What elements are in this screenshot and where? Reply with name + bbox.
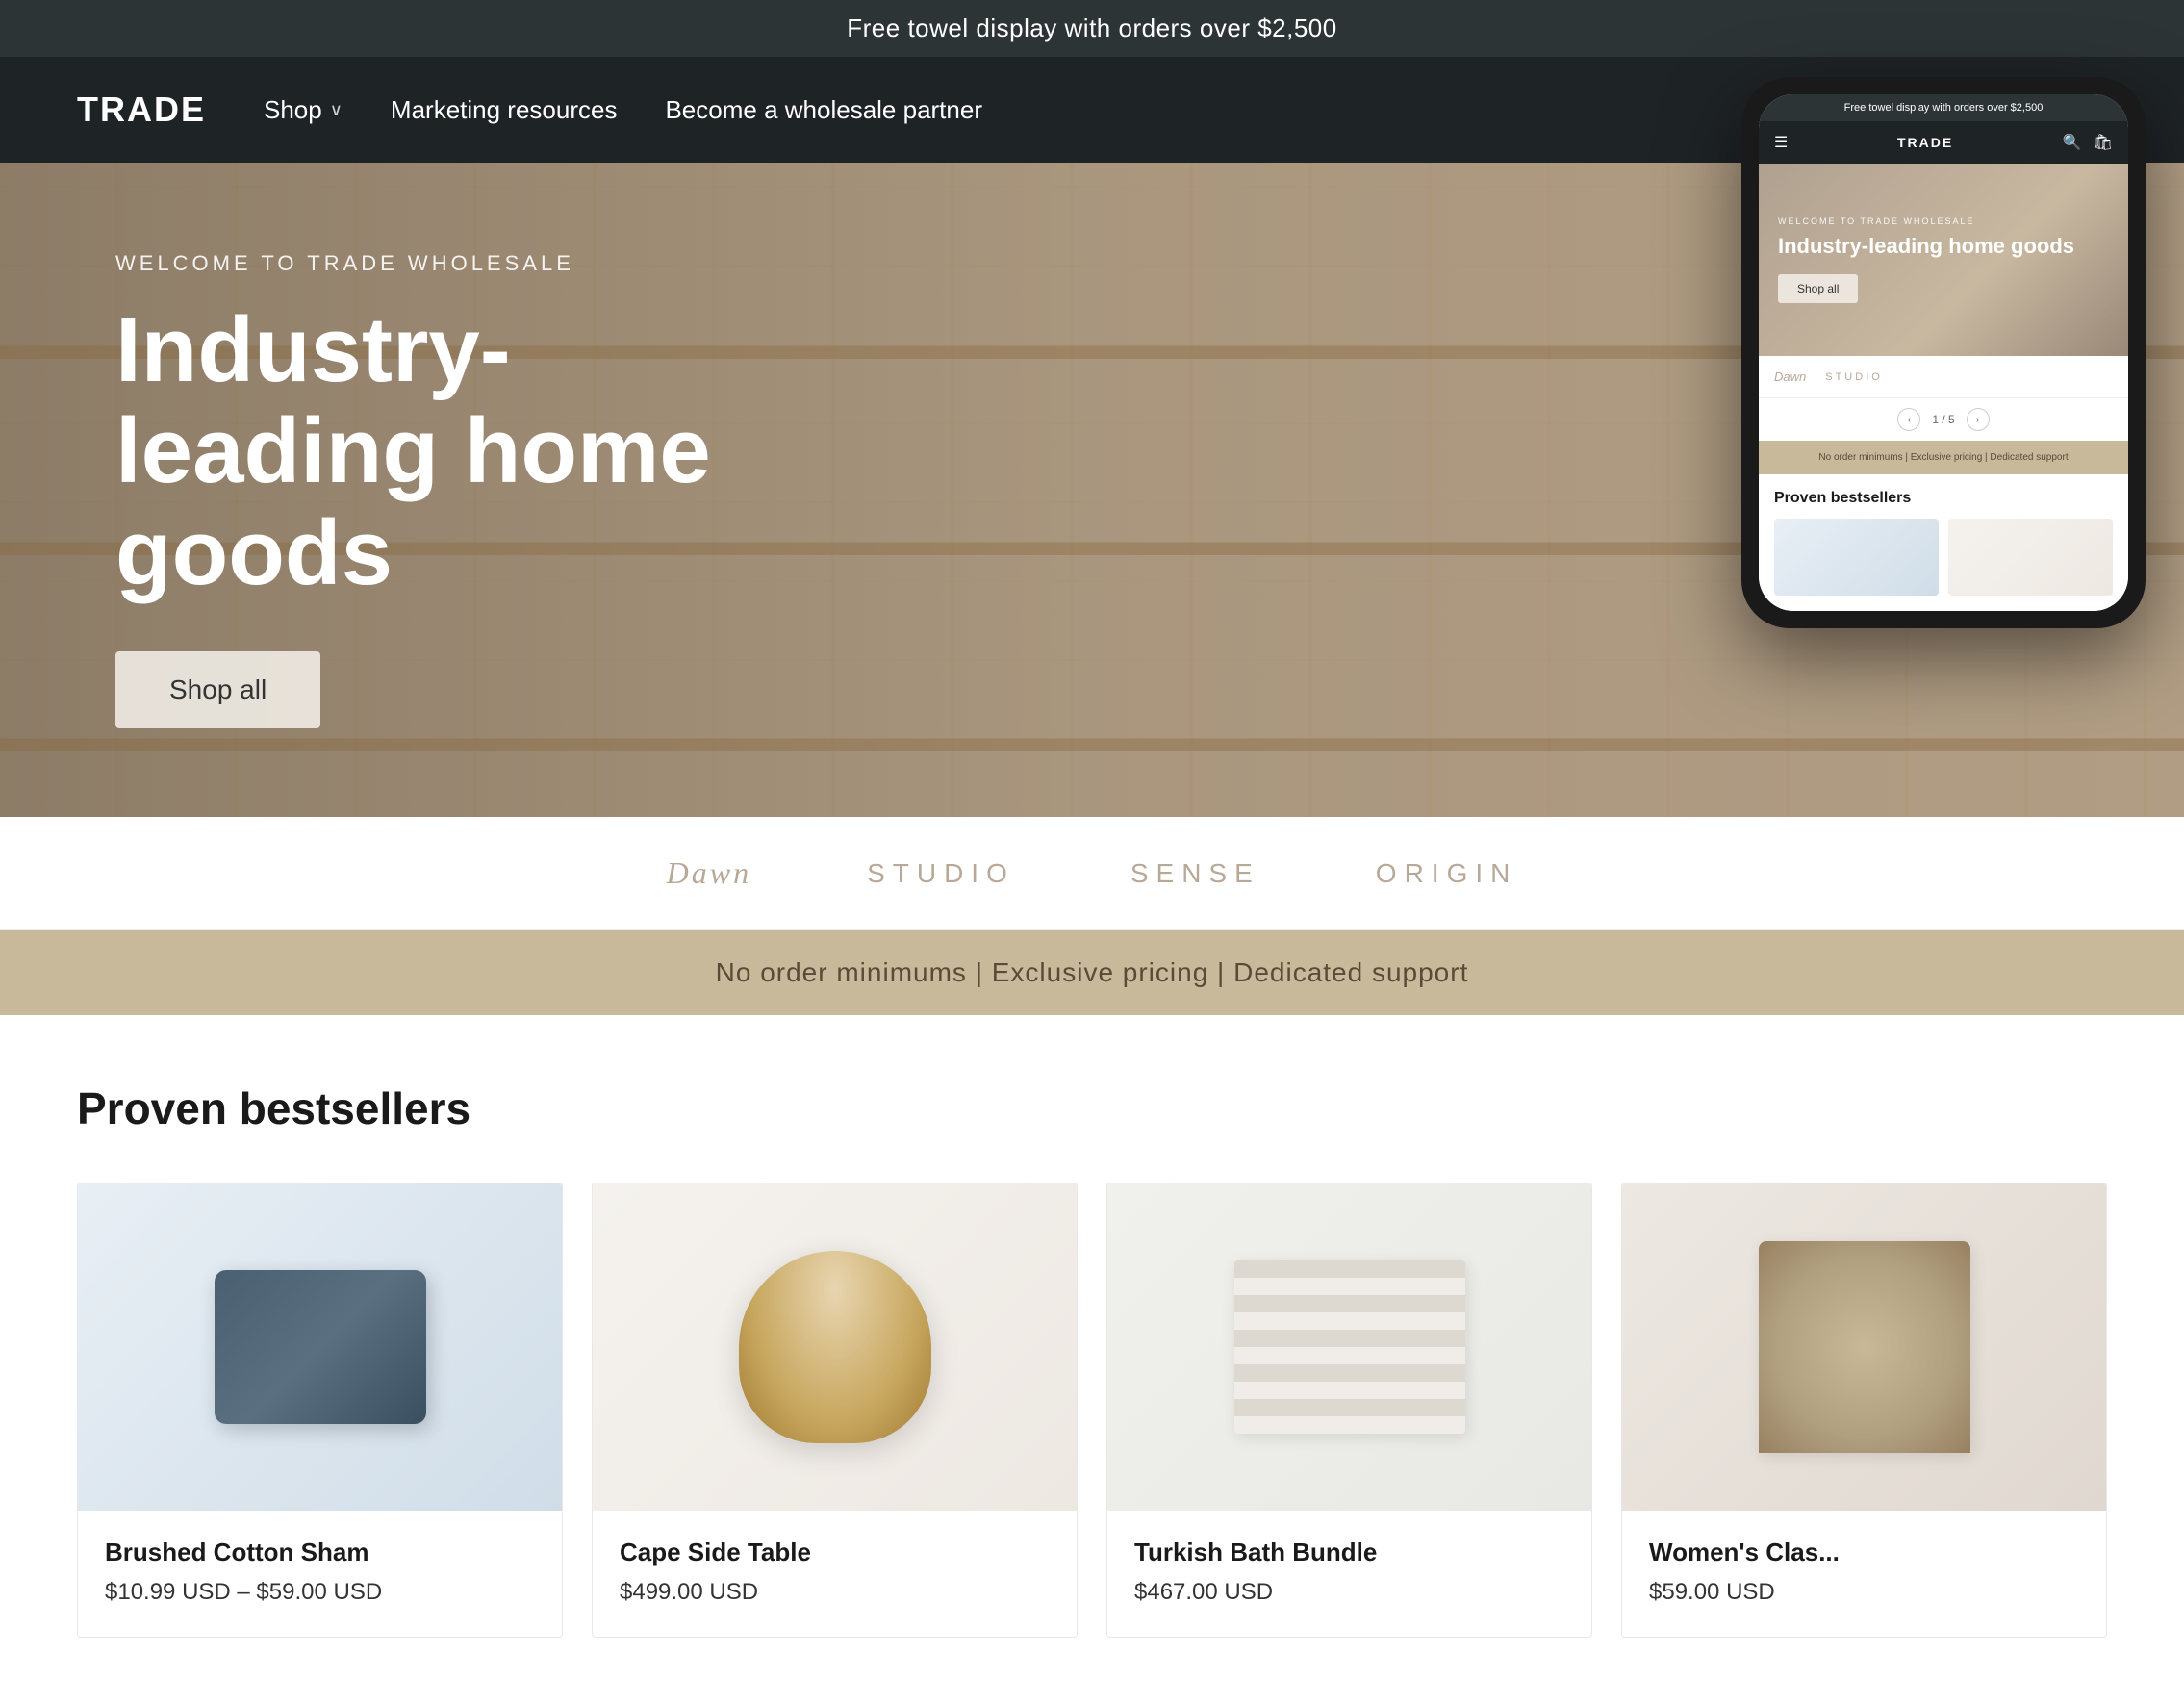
- product-image-clothing: [1622, 1183, 2106, 1511]
- value-bar: No order minimums | Exclusive pricing | …: [0, 930, 2184, 1015]
- phone-header: ☰ TRADE 🔍 🛍: [1759, 121, 2128, 164]
- phone-carousel-next[interactable]: ›: [1967, 408, 1990, 431]
- phone-carousel-indicator: 1 / 5: [1932, 413, 1954, 426]
- phone-carousel-prev[interactable]: ‹: [1897, 408, 1920, 431]
- phone-cart-icon[interactable]: 🛍: [2094, 133, 2113, 152]
- brand-origin[interactable]: ORIGIN: [1376, 858, 1518, 889]
- announcement-text: Free towel display with orders over $2,5…: [847, 13, 1336, 42]
- brand-sense[interactable]: SENSE: [1130, 858, 1260, 889]
- phone-brands: Dawn STUDIO: [1759, 356, 2128, 398]
- product-card-0[interactable]: Brushed Cotton Sham $10.99 USD – $59.00 …: [77, 1183, 563, 1638]
- phone-brand-dawn: Dawn: [1774, 369, 1806, 384]
- phone-screen: Free towel display with orders over $2,5…: [1759, 94, 2128, 611]
- hero-cta-button[interactable]: Shop all: [115, 651, 320, 728]
- phone-hero-title: Industry-leading home goods: [1778, 234, 2109, 259]
- hero-content: WELCOME TO TRADE WHOLESALE Industry-lead…: [0, 251, 904, 729]
- main-nav: Shop ∨ Marketing resources Become a whol…: [264, 95, 1938, 125]
- phone-hero-cta-button[interactable]: Shop all: [1778, 274, 1858, 303]
- product-price-0: $10.99 USD – $59.00 USD: [105, 1579, 535, 1606]
- shop-chevron-icon: ∨: [330, 100, 343, 120]
- phone-product-image-1: [1948, 519, 2113, 596]
- phone-header-icons: 🔍 🛍: [2063, 133, 2113, 152]
- product-price-1: $499.00 USD: [620, 1579, 1050, 1606]
- phone-products-grid: [1774, 519, 2113, 596]
- products-grid: Brushed Cotton Sham $10.99 USD – $59.00 …: [77, 1183, 2107, 1638]
- announcement-bar: Free towel display with orders over $2,5…: [0, 0, 2184, 57]
- product-card-2[interactable]: Turkish Bath Bundle $467.00 USD: [1106, 1183, 1592, 1638]
- phone-section-title: Proven bestsellers: [1774, 490, 2113, 507]
- product-image-towels: [1107, 1183, 1591, 1511]
- product-image-pillow: [78, 1183, 562, 1511]
- nav-wholesale[interactable]: Become a wholesale partner: [665, 95, 982, 125]
- product-price-2: $467.00 USD: [1134, 1579, 1564, 1606]
- brand-dawn[interactable]: Dawn: [667, 855, 751, 891]
- phone-value-bar: No order minimums | Exclusive pricing | …: [1759, 441, 2128, 474]
- phone-frame: Free towel display with orders over $2,5…: [1741, 77, 2146, 628]
- bestsellers-title: Proven bestsellers: [77, 1082, 2107, 1134]
- hero-subtitle: WELCOME TO TRADE WHOLESALE: [115, 251, 789, 276]
- brand-studio[interactable]: STUDIO: [867, 858, 1015, 889]
- phone-bestsellers: Proven bestsellers: [1759, 474, 2128, 611]
- phone-product-0[interactable]: [1774, 519, 1939, 596]
- phone-search-icon[interactable]: 🔍: [2063, 133, 2082, 152]
- phone-carousel-controls: ‹ 1 / 5 ›: [1759, 398, 2128, 441]
- product-name-1: Cape Side Table: [620, 1538, 1050, 1567]
- product-name-2: Turkish Bath Bundle: [1134, 1538, 1564, 1567]
- product-name-0: Brushed Cotton Sham: [105, 1538, 535, 1567]
- product-card-3[interactable]: Women's Clas... $59.00 USD: [1621, 1183, 2107, 1638]
- product-image-table: [593, 1183, 1077, 1511]
- logo[interactable]: TRADE: [77, 89, 206, 130]
- product-price-3: $59.00 USD: [1649, 1579, 2079, 1606]
- phone-hero-subtitle: WELCOME TO TRADE WHOLESALE: [1778, 216, 2109, 226]
- bestsellers-section: Proven bestsellers Brushed Cotton Sham $…: [0, 1015, 2184, 1705]
- phone-brand-studio: STUDIO: [1825, 371, 1883, 383]
- phone-logo: TRADE: [1897, 135, 1953, 150]
- nav-marketing[interactable]: Marketing resources: [391, 95, 618, 125]
- brands-bar: Dawn STUDIO SENSE ORIGIN: [0, 817, 2184, 930]
- phone-product-image-0: [1774, 519, 1939, 596]
- product-name-3: Women's Clas...: [1649, 1538, 2079, 1567]
- mobile-mockup: Free towel display with orders over $2,5…: [1741, 77, 2146, 628]
- product-card-1[interactable]: Cape Side Table $499.00 USD: [592, 1183, 1078, 1638]
- phone-announcement: Free towel display with orders over $2,5…: [1759, 94, 2128, 121]
- phone-product-1[interactable]: [1948, 519, 2113, 596]
- phone-hamburger-icon[interactable]: ☰: [1774, 133, 1788, 152]
- phone-hero: WELCOME TO TRADE WHOLESALE Industry-lead…: [1759, 164, 2128, 356]
- hero-title: Industry-leading home goods: [115, 299, 789, 604]
- nav-shop[interactable]: Shop ∨: [264, 95, 343, 125]
